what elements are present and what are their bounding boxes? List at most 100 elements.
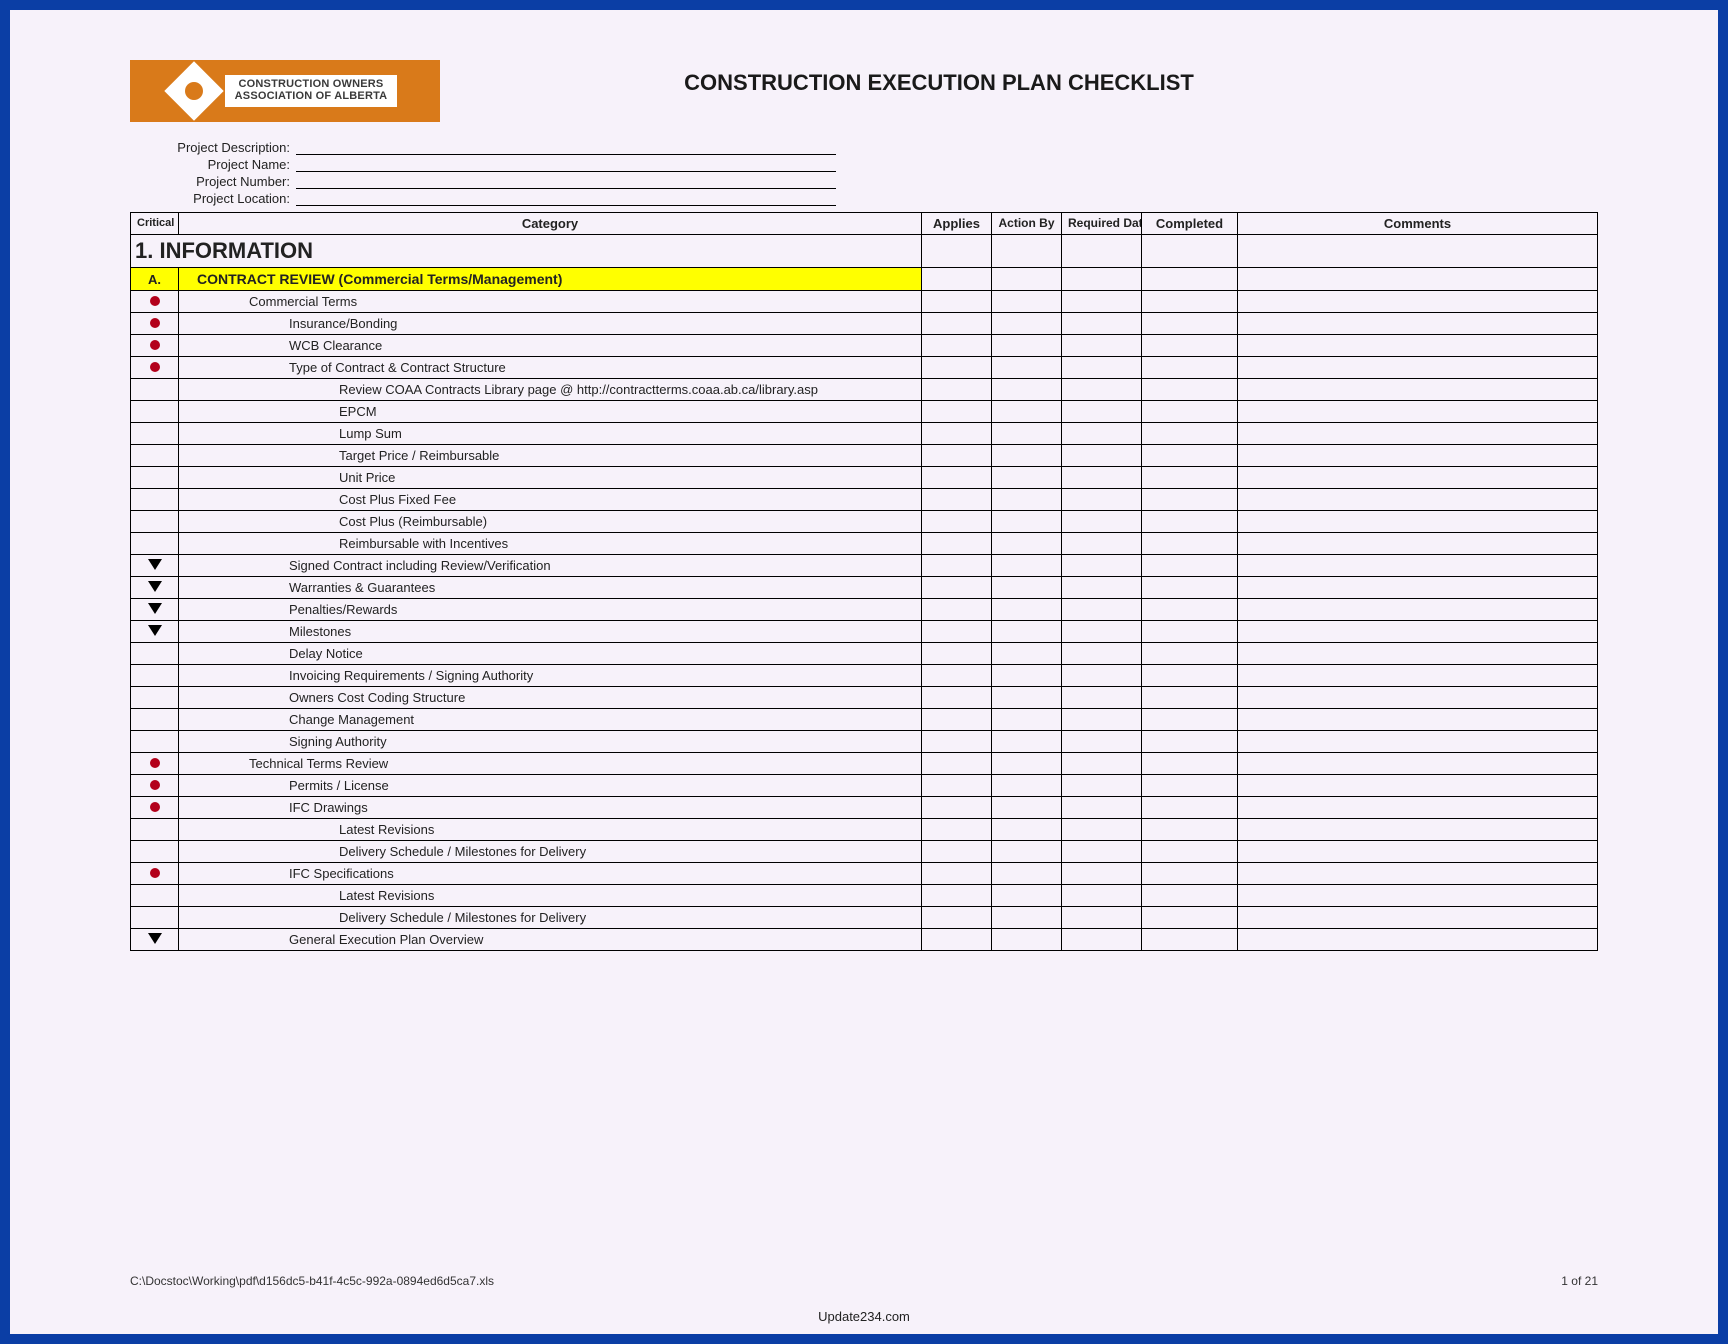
table-cell[interactable]: [992, 643, 1062, 665]
table-cell[interactable]: [1142, 379, 1238, 401]
table-cell[interactable]: [1142, 687, 1238, 709]
table-cell[interactable]: [1142, 885, 1238, 907]
table-cell[interactable]: [992, 929, 1062, 951]
table-cell[interactable]: [922, 235, 992, 268]
table-cell[interactable]: [1238, 379, 1598, 401]
table-cell[interactable]: [1062, 863, 1142, 885]
table-cell[interactable]: [1142, 357, 1238, 379]
table-cell[interactable]: [992, 555, 1062, 577]
table-cell[interactable]: [1062, 665, 1142, 687]
table-cell[interactable]: [992, 819, 1062, 841]
table-cell[interactable]: [1142, 841, 1238, 863]
table-cell[interactable]: [1238, 929, 1598, 951]
table-cell[interactable]: [1062, 643, 1142, 665]
table-cell[interactable]: [1142, 313, 1238, 335]
table-cell[interactable]: [992, 467, 1062, 489]
table-cell[interactable]: [922, 775, 992, 797]
table-cell[interactable]: [1142, 863, 1238, 885]
table-cell[interactable]: [1062, 268, 1142, 291]
table-cell[interactable]: [1238, 643, 1598, 665]
table-cell[interactable]: [1142, 731, 1238, 753]
table-cell[interactable]: [1142, 709, 1238, 731]
table-cell[interactable]: [922, 753, 992, 775]
table-cell[interactable]: [1062, 775, 1142, 797]
table-cell[interactable]: [1238, 599, 1598, 621]
table-cell[interactable]: [1142, 291, 1238, 313]
table-cell[interactable]: [922, 841, 992, 863]
table-cell[interactable]: [1142, 445, 1238, 467]
table-cell[interactable]: [1062, 577, 1142, 599]
table-cell[interactable]: [1062, 885, 1142, 907]
table-cell[interactable]: [1238, 268, 1598, 291]
table-cell[interactable]: [992, 511, 1062, 533]
table-cell[interactable]: [1238, 577, 1598, 599]
table-cell[interactable]: [992, 423, 1062, 445]
table-cell[interactable]: [1238, 423, 1598, 445]
table-cell[interactable]: [1142, 401, 1238, 423]
table-cell[interactable]: [922, 731, 992, 753]
table-cell[interactable]: [922, 268, 992, 291]
table-cell[interactable]: [992, 235, 1062, 268]
table-cell[interactable]: [1142, 555, 1238, 577]
table-cell[interactable]: [1238, 907, 1598, 929]
table-cell[interactable]: [1238, 445, 1598, 467]
table-cell[interactable]: [1238, 863, 1598, 885]
table-cell[interactable]: [1238, 819, 1598, 841]
meta-field-name[interactable]: [296, 157, 836, 172]
table-cell[interactable]: [1238, 797, 1598, 819]
table-cell[interactable]: [1238, 753, 1598, 775]
table-cell[interactable]: [1062, 753, 1142, 775]
table-cell[interactable]: [1062, 335, 1142, 357]
table-cell[interactable]: [1062, 929, 1142, 951]
table-cell[interactable]: [1142, 819, 1238, 841]
table-cell[interactable]: [1238, 687, 1598, 709]
table-cell[interactable]: [922, 643, 992, 665]
table-cell[interactable]: [992, 665, 1062, 687]
table-cell[interactable]: [1238, 235, 1598, 268]
table-cell[interactable]: [992, 313, 1062, 335]
table-cell[interactable]: [922, 291, 992, 313]
table-cell[interactable]: [922, 511, 992, 533]
table-cell[interactable]: [1238, 665, 1598, 687]
table-cell[interactable]: [922, 445, 992, 467]
table-cell[interactable]: [922, 863, 992, 885]
table-cell[interactable]: [922, 885, 992, 907]
table-cell[interactable]: [1142, 753, 1238, 775]
table-cell[interactable]: [1142, 907, 1238, 929]
table-cell[interactable]: [992, 291, 1062, 313]
table-cell[interactable]: [1062, 533, 1142, 555]
table-cell[interactable]: [1062, 291, 1142, 313]
table-cell[interactable]: [922, 379, 992, 401]
table-cell[interactable]: [992, 797, 1062, 819]
table-cell[interactable]: [1062, 621, 1142, 643]
table-cell[interactable]: [1062, 907, 1142, 929]
table-cell[interactable]: [922, 357, 992, 379]
table-cell[interactable]: [1062, 401, 1142, 423]
table-cell[interactable]: [1062, 235, 1142, 268]
meta-field-location[interactable]: [296, 191, 836, 206]
table-cell[interactable]: [922, 423, 992, 445]
table-cell[interactable]: [1062, 423, 1142, 445]
table-cell[interactable]: [1142, 467, 1238, 489]
table-cell[interactable]: [1142, 797, 1238, 819]
table-cell[interactable]: [1238, 555, 1598, 577]
table-cell[interactable]: [922, 797, 992, 819]
table-cell[interactable]: [1142, 533, 1238, 555]
meta-field-description[interactable]: [296, 140, 836, 155]
table-cell[interactable]: [922, 599, 992, 621]
table-cell[interactable]: [992, 489, 1062, 511]
table-cell[interactable]: [922, 335, 992, 357]
table-cell[interactable]: [992, 379, 1062, 401]
table-cell[interactable]: [1238, 533, 1598, 555]
table-cell[interactable]: [922, 489, 992, 511]
table-cell[interactable]: [1142, 929, 1238, 951]
table-cell[interactable]: [1142, 268, 1238, 291]
table-cell[interactable]: [1142, 335, 1238, 357]
table-cell[interactable]: [992, 335, 1062, 357]
table-cell[interactable]: [992, 357, 1062, 379]
table-cell[interactable]: [922, 555, 992, 577]
table-cell[interactable]: [992, 577, 1062, 599]
table-cell[interactable]: [1062, 379, 1142, 401]
table-cell[interactable]: [992, 775, 1062, 797]
table-cell[interactable]: [1062, 511, 1142, 533]
